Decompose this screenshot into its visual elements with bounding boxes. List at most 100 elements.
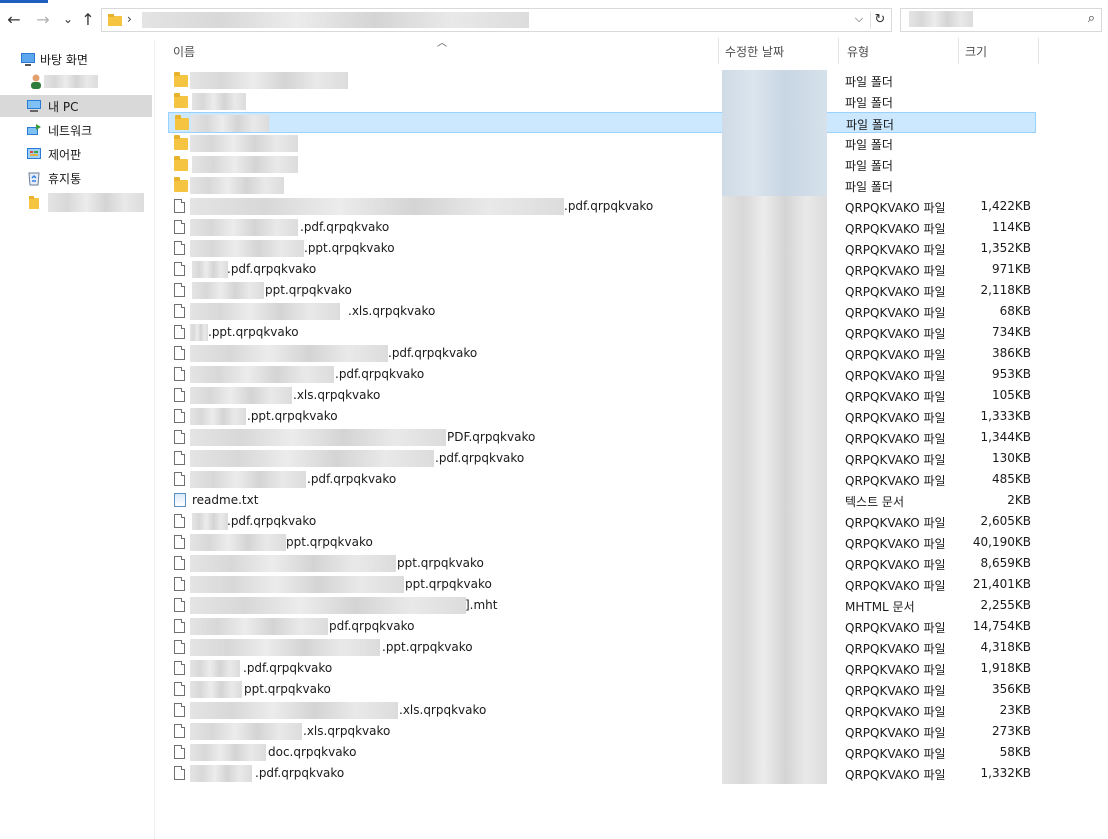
up-arrow-icon[interactable]: ↑	[79, 10, 97, 29]
sidebar-item-desktop[interactable]: 바탕 화면	[0, 48, 152, 70]
document-icon	[174, 724, 188, 739]
sidebar-item-folder[interactable]	[0, 191, 152, 213]
file-size: 40,190KB	[972, 535, 1031, 549]
folder-row[interactable]: 파일 폴더	[168, 133, 1036, 154]
modified-date-redacted	[722, 175, 827, 196]
sidebar-item-this-pc[interactable]: 내 PC	[0, 95, 152, 117]
file-row[interactable]: .pdf.qrpqkvako QRPQKVAKO 파일 971KB	[168, 259, 1036, 280]
folder-row[interactable]: 파일 폴더	[168, 154, 1036, 175]
file-name-redacted	[190, 534, 286, 551]
file-name: pdf.qrpqkvako	[329, 619, 415, 633]
column-header-name[interactable]: 이름	[155, 38, 718, 64]
document-icon	[174, 367, 188, 382]
file-type: QRPQKVAKO 파일	[845, 516, 946, 530]
file-name-redacted	[190, 681, 242, 698]
file-type: QRPQKVAKO 파일	[845, 222, 946, 236]
recent-locations-chevron-icon[interactable]: ⌄	[59, 10, 77, 28]
file-size: 2,255KB	[980, 598, 1031, 612]
address-bar[interactable]: › ⌵ ↻	[101, 8, 892, 32]
modified-date-redacted	[722, 553, 827, 574]
modified-date-redacted	[722, 364, 827, 385]
file-type: QRPQKVAKO 파일	[845, 243, 946, 257]
file-row[interactable]: .ppt.qrpqkvako QRPQKVAKO 파일 1,333KB	[168, 406, 1036, 427]
folder-icon	[174, 93, 188, 109]
file-row[interactable]: .pdf.qrpqkvako QRPQKVAKO 파일 114KB	[168, 217, 1036, 238]
file-name-redacted	[190, 471, 306, 488]
file-size: 1,352KB	[980, 241, 1031, 255]
file-row[interactable]: .pdf.qrpqkvako QRPQKVAKO 파일 1,332KB	[168, 763, 1036, 784]
document-icon	[174, 472, 188, 487]
sidebar-item-network[interactable]: 네트워크	[0, 119, 152, 141]
column-header-date[interactable]: 수정한 날짜	[719, 38, 838, 64]
modified-date-redacted	[722, 385, 827, 406]
column-divider[interactable]	[1038, 38, 1039, 64]
file-row[interactable]: ].mht MHTML 문서 2,255KB	[168, 595, 1036, 616]
column-header-size[interactable]: 크기	[959, 38, 1038, 64]
file-name-redacted	[192, 93, 246, 110]
file-row[interactable]: .ppt.qrpqkvako QRPQKVAKO 파일 734KB	[168, 322, 1036, 343]
file-row[interactable]: .pdf.qrpqkvako QRPQKVAKO 파일 386KB	[168, 343, 1036, 364]
back-arrow-icon[interactable]: ←	[5, 10, 23, 29]
file-row[interactable]: .pdf.qrpqkvako QRPQKVAKO 파일 953KB	[168, 364, 1036, 385]
modified-date-redacted	[722, 595, 827, 616]
folder-icon	[174, 72, 188, 88]
file-row[interactable]: .xls.qrpqkvako QRPQKVAKO 파일 105KB	[168, 385, 1036, 406]
file-row[interactable]: pdf.qrpqkvako QRPQKVAKO 파일 14,754KB	[168, 616, 1036, 637]
file-row[interactable]: ppt.qrpqkvako QRPQKVAKO 파일 40,190KB	[168, 532, 1036, 553]
modified-date-redacted	[722, 574, 827, 595]
file-type: QRPQKVAKO 파일	[845, 474, 946, 488]
file-row[interactable]: ppt.qrpqkvako QRPQKVAKO 파일 21,401KB	[168, 574, 1036, 595]
file-row[interactable]: ppt.qrpqkvako QRPQKVAKO 파일 2,118KB	[168, 280, 1036, 301]
breadcrumb-path-redacted[interactable]	[142, 12, 529, 28]
modified-date-redacted	[722, 532, 827, 553]
file-type: QRPQKVAKO 파일	[845, 285, 946, 299]
folder-icon	[174, 177, 188, 193]
file-row[interactable]: .ppt.qrpqkvako QRPQKVAKO 파일 4,318KB	[168, 637, 1036, 658]
search-input[interactable]: ⌕	[900, 8, 1102, 32]
file-row[interactable]: .xls.qrpqkvako QRPQKVAKO 파일 273KB	[168, 721, 1036, 742]
file-size: 273KB	[991, 724, 1031, 738]
file-name-redacted	[192, 282, 264, 299]
sidebar-item-control-panel[interactable]: 제어판	[0, 143, 152, 165]
file-row[interactable]: .pdf.qrpqkvako QRPQKVAKO 파일 1,918KB	[168, 658, 1036, 679]
folder-row[interactable]: 파일 폴더	[168, 112, 1036, 133]
file-row[interactable]: readme.txt 텍스트 문서 2KB	[168, 490, 1036, 511]
file-row[interactable]: ppt.qrpqkvako QRPQKVAKO 파일 356KB	[168, 679, 1036, 700]
file-size: 14,754KB	[972, 619, 1031, 633]
file-row[interactable]: ppt.qrpqkvako QRPQKVAKO 파일 8,659KB	[168, 553, 1036, 574]
file-type: QRPQKVAKO 파일	[845, 663, 946, 677]
sidebar-item-recycle-bin[interactable]: 휴지통	[0, 167, 152, 189]
file-row[interactable]: .xls.qrpqkvako QRPQKVAKO 파일 68KB	[168, 301, 1036, 322]
column-header-label: 크기	[965, 45, 988, 59]
file-row[interactable]: .pdf.qrpqkvako QRPQKVAKO 파일 130KB	[168, 448, 1036, 469]
file-row[interactable]: doc.qrpqkvako QRPQKVAKO 파일 58KB	[168, 742, 1036, 763]
address-dropdown-icon[interactable]: ⌵	[851, 12, 867, 28]
file-type: 파일 폴더	[845, 138, 893, 152]
refresh-icon[interactable]: ↻	[870, 11, 889, 29]
file-row[interactable]: .ppt.qrpqkvako QRPQKVAKO 파일 1,352KB	[168, 238, 1036, 259]
file-type: QRPQKVAKO 파일	[845, 768, 946, 782]
search-icon[interactable]: ⌕	[1088, 11, 1095, 26]
sidebar-item-user[interactable]	[0, 70, 152, 92]
file-row[interactable]: .pdf.qrpqkvako QRPQKVAKO 파일 1,422KB	[168, 196, 1036, 217]
file-row[interactable]: .pdf.qrpqkvako QRPQKVAKO 파일 485KB	[168, 469, 1036, 490]
file-name: .pdf.qrpqkvako	[300, 220, 390, 234]
file-row[interactable]: .pdf.qrpqkvako QRPQKVAKO 파일 2,605KB	[168, 511, 1036, 532]
modified-date-redacted	[722, 301, 827, 322]
file-name-redacted	[190, 744, 266, 761]
column-header-type[interactable]: 유형	[839, 38, 958, 64]
folder-row[interactable]: 파일 폴더	[168, 91, 1036, 112]
folder-icon	[175, 115, 189, 131]
file-size: 1,333KB	[980, 409, 1031, 423]
file-row[interactable]: .xls.qrpqkvako QRPQKVAKO 파일 23KB	[168, 700, 1036, 721]
file-name: ppt.qrpqkvako	[286, 535, 373, 549]
folder-row[interactable]: 파일 폴더	[168, 70, 1036, 91]
file-row[interactable]: PDF.qrpqkvako QRPQKVAKO 파일 1,344KB	[168, 427, 1036, 448]
modified-date-redacted	[722, 280, 827, 301]
file-name-redacted	[190, 450, 434, 467]
file-name-redacted	[190, 324, 208, 341]
file-name: .xls.qrpqkvako	[348, 304, 436, 318]
folder-row[interactable]: 파일 폴더	[168, 175, 1036, 196]
forward-arrow-icon[interactable]: →	[34, 10, 52, 29]
file-name-redacted	[190, 660, 240, 677]
